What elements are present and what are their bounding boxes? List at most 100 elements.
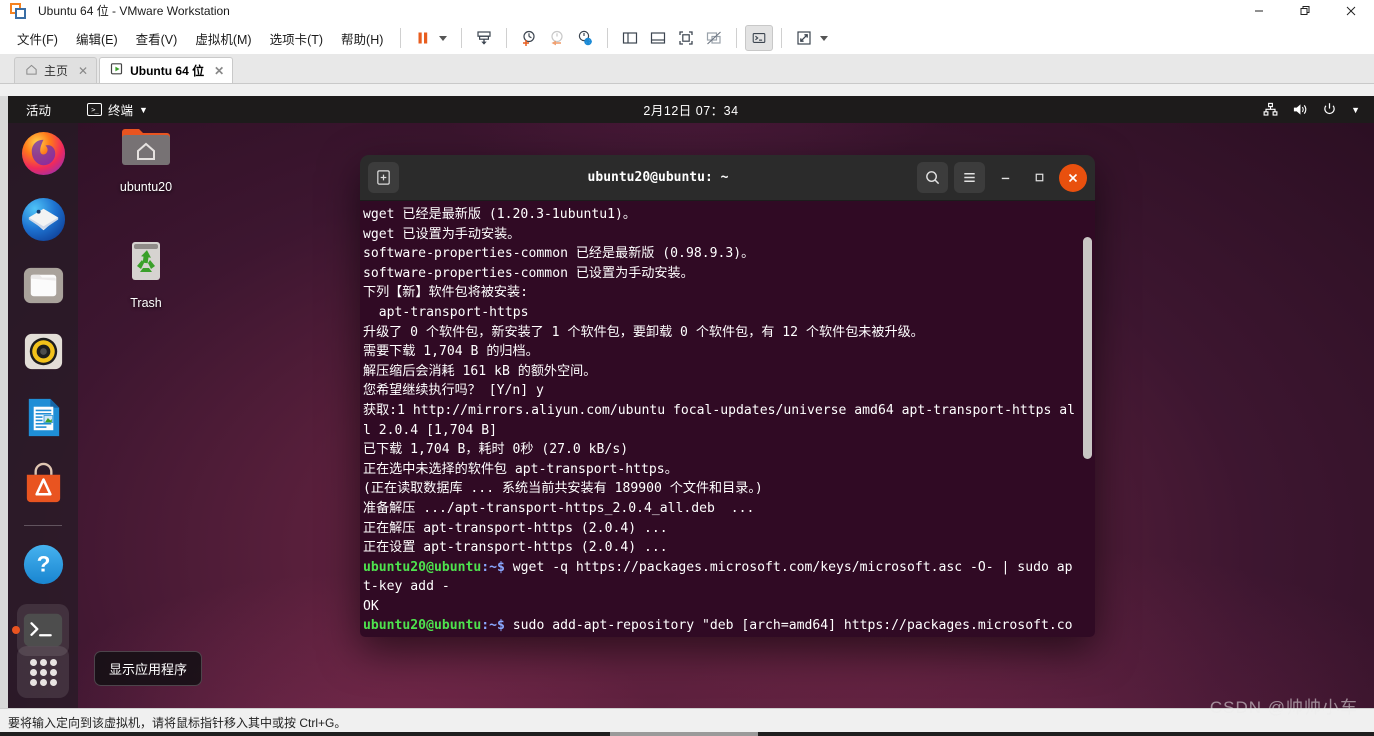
search-icon[interactable] — [917, 162, 948, 193]
dock-item-rhythmbox[interactable] — [17, 325, 69, 377]
home-icon — [25, 63, 38, 79]
show-applications-button[interactable] — [17, 646, 69, 698]
rhythmbox-icon — [24, 333, 62, 369]
view-dropdown-caret-icon[interactable] — [820, 35, 829, 41]
terminal-prompt-user: ubuntu20@ubuntu — [363, 559, 482, 575]
ubuntu-top-panel: 活动 >_ 终端 ▼ 2月12日 07：34 ▼ — [8, 96, 1374, 123]
tab-ubuntu64-label: Ubuntu 64 位 — [130, 64, 205, 78]
menu-tabs[interactable]: 选项卡(T) — [261, 26, 332, 51]
terminal-scrollbar[interactable] — [1083, 237, 1092, 459]
svg-text:?: ? — [36, 551, 50, 576]
terminal-window[interactable]: ubuntu20@ubuntu: ~ wget 已经是最新版 (1.20.3-1… — [360, 155, 1095, 637]
desktop-icon-ubuntu20[interactable]: ubuntu20 — [104, 124, 188, 194]
vmware-menu-toolbar: 文件(F) 编辑(E) 查看(V) 虚拟机(M) 选项卡(T) 帮助(H) — [0, 22, 1374, 54]
dock-separator — [24, 525, 62, 526]
clock[interactable]: 2月12日 07：34 — [8, 100, 1374, 119]
app-grid-dot — [29, 658, 37, 666]
show-library-button[interactable] — [616, 25, 644, 51]
dock-item-libreoffice-writer[interactable] — [17, 391, 69, 443]
console-view-button[interactable] — [745, 25, 774, 51]
terminal-output[interactable]: wget 已经是最新版 (1.20.3-1ubuntu1)。 wget 已设置为手… — [363, 205, 1095, 637]
terminal-line: software-properties-common 已设置为手动安装。 — [363, 265, 694, 281]
terminal-line: 升级了 0 个软件包，新安装了 1 个软件包，要卸载 0 个软件包，有 12 个… — [363, 324, 924, 340]
trash-icon — [132, 242, 160, 280]
volume-icon — [1292, 102, 1308, 117]
hamburger-menu-icon[interactable] — [954, 162, 985, 193]
menu-edit[interactable]: 编辑(E) — [67, 26, 127, 51]
windows-taskbar-strip — [0, 732, 1374, 736]
menu-view[interactable]: 查看(V) — [127, 26, 187, 51]
terminal-line: OK — [363, 598, 379, 614]
stretch-view-button[interactable] — [790, 25, 818, 51]
show-thumbnail-bar-button[interactable] — [644, 25, 672, 51]
chevron-down-icon: ▼ — [1351, 104, 1360, 115]
dock-item-files[interactable] — [17, 259, 69, 311]
pause-button[interactable] — [409, 25, 437, 51]
take-snapshot-button[interactable] — [470, 25, 498, 51]
snapshot-add-button[interactable] — [515, 25, 543, 51]
terminal-line: wget 已设置为手动安装。 — [363, 226, 521, 242]
window-controls — [1236, 0, 1374, 22]
terminal-prompt-user: ubuntu20@ubuntu — [363, 618, 482, 634]
terminal-prompt-path: :~$ — [481, 618, 505, 634]
terminal-line: 下列【新】软件包将被安装: — [363, 285, 529, 301]
guest-display[interactable]: 活动 >_ 终端 ▼ 2月12日 07：34 ▼ ? 显示应用程序 ubuntu… — [0, 96, 1374, 708]
app-grid-dot — [49, 678, 57, 686]
terminal-minimize-button[interactable] — [991, 164, 1019, 192]
new-tab-icon[interactable] — [368, 162, 399, 193]
tab-ubuntu64-close-icon[interactable]: ✕ — [214, 64, 224, 78]
desktop-icon-trash[interactable]: Trash — [104, 236, 188, 310]
terminal-line: 正在选中未选择的软件包 apt-transport-https。 — [363, 461, 678, 477]
ubuntu-software-icon — [26, 462, 60, 502]
dock-item-firefox[interactable] — [17, 127, 69, 179]
unity-mode-button[interactable] — [700, 25, 728, 51]
app-grid-dot — [39, 678, 47, 686]
terminal-line: software-properties-common 已经是最新版 (0.98.… — [363, 246, 755, 262]
terminal-maximize-button[interactable] — [1025, 164, 1053, 192]
dock-item-thunderbird[interactable] — [17, 193, 69, 245]
app-grid-dot — [39, 658, 47, 666]
network-icon — [1263, 102, 1278, 117]
guest-left-margin — [0, 96, 8, 708]
status-message: 要将输入定向到该虚拟机，请将鼠标指针移入其中或按 Ctrl+G。 — [8, 716, 347, 730]
desktop-icon-label: ubuntu20 — [119, 180, 173, 194]
enter-fullscreen-button[interactable] — [672, 25, 700, 51]
minimize-button[interactable] — [1236, 0, 1282, 22]
show-applications-tooltip: 显示应用程序 — [94, 651, 203, 686]
terminal-body[interactable]: wget 已经是最新版 (1.20.3-1ubuntu1)。 wget 已设置为手… — [360, 201, 1095, 637]
terminal-line: ubuntu20@ubuntu:~$ sudo add-apt-reposito… — [363, 616, 1079, 637]
app-grid-dot — [49, 668, 57, 676]
tab-ubuntu64[interactable]: Ubuntu 64 位 ✕ — [99, 57, 234, 83]
snapshot-revert-button[interactable] — [543, 25, 571, 51]
terminal-close-button[interactable] — [1059, 163, 1087, 192]
close-button[interactable] — [1328, 0, 1374, 22]
menu-file[interactable]: 文件(F) — [8, 26, 67, 51]
snapshot-manager-button[interactable] — [571, 25, 599, 51]
dock-item-ubuntu-software[interactable] — [17, 457, 69, 509]
maximize-restore-button[interactable] — [1282, 0, 1328, 22]
system-tray[interactable]: ▼ — [1263, 102, 1360, 117]
app-grid-dot — [29, 678, 37, 686]
app-grid-dot — [29, 668, 37, 676]
terminal-line: 需要下载 1,704 B 的归档。 — [363, 344, 539, 360]
terminal-icon — [23, 613, 63, 647]
dock-item-help[interactable]: ? — [17, 538, 69, 590]
ubuntu-desktop[interactable]: 活动 >_ 终端 ▼ 2月12日 07：34 ▼ ? 显示应用程序 ubuntu… — [8, 96, 1374, 708]
firefox-icon — [21, 131, 65, 175]
tab-home-close-icon[interactable]: ✕ — [78, 64, 88, 78]
menu-vm[interactable]: 虚拟机(M) — [186, 26, 260, 51]
desktop-icon-label: Trash — [130, 296, 162, 310]
terminal-line: 正在解压 apt-transport-https (2.0.4) ... — [363, 520, 668, 536]
menu-help[interactable]: 帮助(H) — [332, 26, 392, 51]
window-title: Ubuntu 64 位 - VMware Workstation — [38, 4, 230, 18]
tab-home-label: 主页 — [44, 64, 69, 78]
help-icon: ? — [23, 544, 63, 584]
terminal-line: wget 已经是最新版 (1.20.3-1ubuntu1)。 — [363, 207, 636, 222]
app-grid-dot — [49, 658, 57, 666]
vmware-logo-icon — [10, 2, 26, 19]
terminal-line: 正在设置 apt-transport-https (2.0.4) ... — [363, 540, 668, 556]
vmware-workstation-window: Ubuntu 64 位 - VMware Workstation 文件(F) 编… — [0, 0, 1374, 736]
power-dropdown-caret-icon[interactable] — [439, 35, 448, 41]
tab-home[interactable]: 主页 ✕ — [14, 57, 98, 83]
files-icon — [23, 267, 63, 303]
